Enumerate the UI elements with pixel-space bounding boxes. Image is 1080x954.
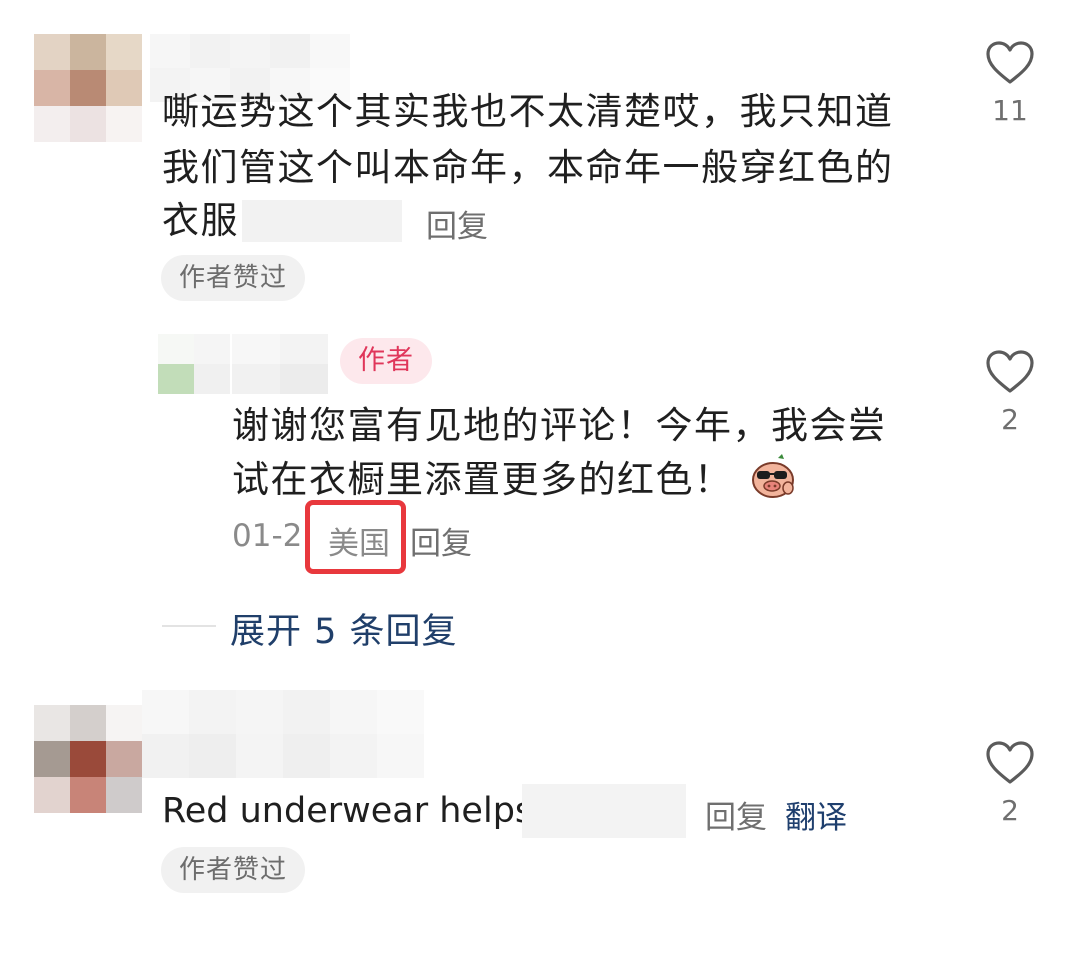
comment-text-line: 我们管这个叫本命年，本命年一般穿红色的 [162, 146, 894, 189]
comment-text-line: 衣服 [162, 199, 239, 242]
comment-text-line: Red underwear helps [162, 791, 534, 831]
reply-date: 01-2 [232, 518, 303, 554]
expand-divider [162, 625, 216, 627]
heart-outline-icon [975, 349, 1045, 395]
username[interactable] [232, 334, 328, 394]
like-count: 2 [1001, 794, 1019, 827]
author-liked-badge: 作者赞过 [161, 847, 306, 893]
heart-outline-icon [975, 740, 1045, 786]
like-button[interactable]: 2 [975, 349, 1045, 436]
blurred-meta [522, 784, 686, 838]
avatar[interactable] [34, 34, 142, 142]
expand-replies-label[interactable]: 展开 5 条回复 [230, 603, 458, 654]
location-highlight [305, 500, 406, 574]
reply-text-line: 谢谢您富有见地的评论！今年，我会尝 [232, 404, 887, 447]
like-button[interactable]: 11 [975, 40, 1045, 127]
username[interactable] [142, 690, 424, 778]
like-button[interactable]: 2 [975, 740, 1045, 827]
reply-text-line: 试在衣橱里添置更多的红色！ [232, 458, 733, 501]
pig-sunglasses-emoji-icon [748, 452, 798, 506]
translate-button[interactable]: 翻译 [785, 792, 847, 837]
avatar[interactable] [34, 705, 142, 813]
author-liked-badge: 作者赞过 [161, 255, 306, 301]
like-count: 11 [992, 94, 1028, 127]
blurred-meta [242, 200, 402, 242]
avatar[interactable] [158, 334, 230, 394]
reply-button[interactable]: 回复 [705, 792, 767, 837]
author-tag: 作者 [340, 338, 432, 384]
like-count: 2 [1001, 403, 1019, 436]
heart-outline-icon [975, 40, 1045, 86]
reply-button[interactable]: 回复 [426, 201, 488, 246]
reply-button[interactable]: 回复 [410, 518, 472, 563]
comment-text-line: 嘶运势这个其实我也不太清楚哎，我只知道 [162, 90, 894, 133]
